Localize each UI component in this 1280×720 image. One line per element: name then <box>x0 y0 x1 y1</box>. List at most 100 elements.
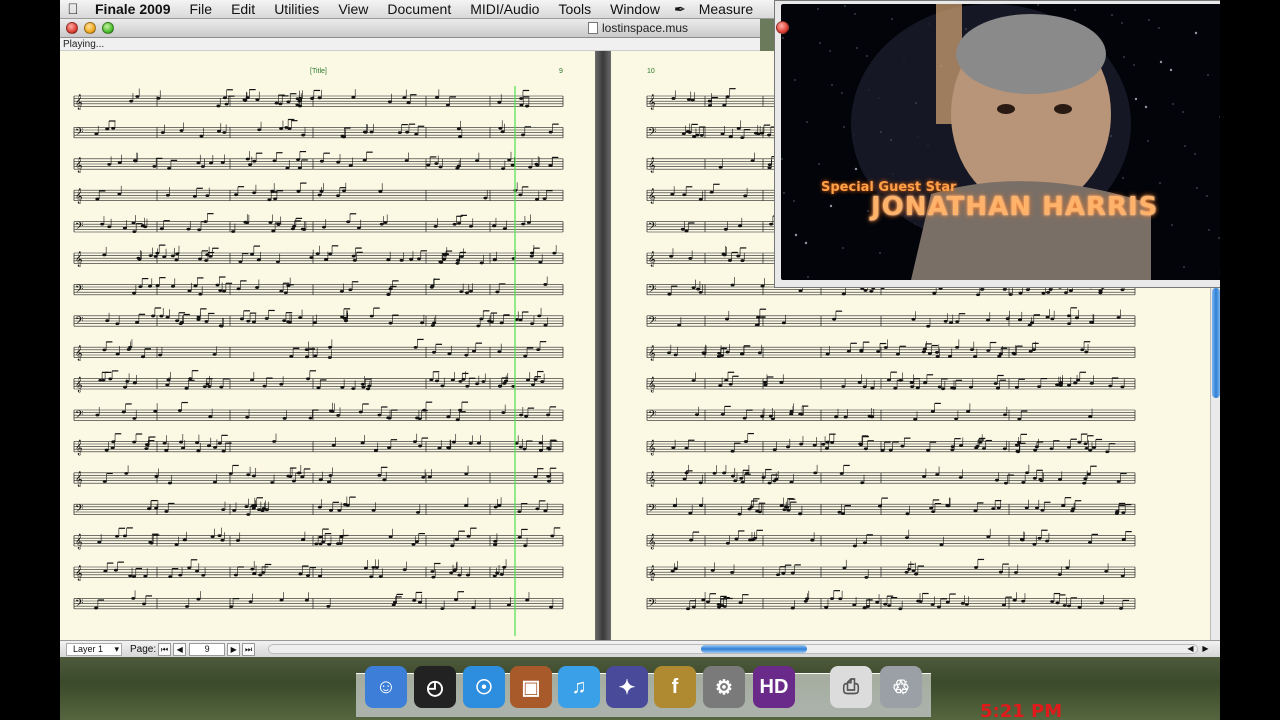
staff: 𝄞 <box>646 432 1136 455</box>
dock: ☺ ◴ ☉ ▣ ♫ ✦ f ⚙ HD ⎙ ♲ 5:21 PM <box>60 657 1220 720</box>
svg-text:𝄢: 𝄢 <box>648 126 656 141</box>
apple-menu-icon[interactable]:  <box>60 1 86 18</box>
menu-view[interactable]: View <box>329 1 378 17</box>
last-page-button[interactable]: ⏭ <box>242 642 256 656</box>
previous-page-button[interactable]: ◀ <box>173 642 187 656</box>
menu-measure[interactable]: Measure <box>690 1 763 17</box>
speedy-entry-icon[interactable]: ✒ <box>670 1 690 18</box>
video-player-window[interactable]: Special Guest Star JONATHAN HARRIS <box>774 0 1220 288</box>
menu-file[interactable]: File <box>181 1 223 17</box>
horizontal-scroll-thumb[interactable] <box>701 645 807 653</box>
horizontal-scrollbar[interactable] <box>268 644 1198 654</box>
vertical-scroll-thumb[interactable] <box>1212 288 1220 398</box>
document-title-text: lostinspace.mus <box>602 21 689 35</box>
window-title-bar[interactable]: lostinspace.mus <box>60 19 760 38</box>
video-frame: Special Guest Star JONATHAN HARRIS <box>781 4 1220 280</box>
svg-text:𝄞: 𝄞 <box>648 252 656 267</box>
svg-text:𝄢: 𝄢 <box>75 315 83 330</box>
svg-text:𝄢: 𝄢 <box>648 409 656 424</box>
svg-text:𝄢: 𝄢 <box>75 597 83 612</box>
staff: 𝄞 <box>73 88 564 110</box>
staff: 𝄢 <box>73 590 564 612</box>
staff: 𝄢 <box>73 496 564 518</box>
score-notation-left: 𝄞 𝄢 𝄞 𝄞 𝄢 𝄞 𝄢 𝄢 𝄞 𝄞 𝄢 𝄞 𝄞 𝄢 𝄞 𝄞 𝄢 <box>73 86 564 636</box>
document-title: lostinspace.mus <box>588 21 688 35</box>
svg-text:𝄞: 𝄞 <box>648 440 656 455</box>
svg-text:𝄢: 𝄢 <box>75 503 83 518</box>
staff: 𝄢 <box>73 213 564 236</box>
next-page-button[interactable]: ▶ <box>227 642 241 656</box>
layer-select[interactable]: Layer 1 <box>66 642 122 656</box>
menu-midi-audio[interactable]: MIDI/Audio <box>461 1 549 17</box>
svg-text:𝄞: 𝄞 <box>75 346 83 361</box>
menu-utilities[interactable]: Utilities <box>265 1 329 17</box>
menu-tools[interactable]: Tools <box>549 1 601 17</box>
svg-text:𝄞: 𝄞 <box>75 189 83 204</box>
svg-text:𝄞: 𝄞 <box>648 346 656 361</box>
quicktime-icon[interactable]: ✦ <box>606 666 648 708</box>
hd-video-icon[interactable]: HD <box>753 666 795 708</box>
safari-icon[interactable]: ☉ <box>463 666 505 708</box>
zoom-button[interactable] <box>102 22 114 34</box>
video-scene <box>781 4 1220 280</box>
staff: 𝄞 <box>73 370 564 393</box>
trash-icon[interactable]: ♲ <box>880 666 922 708</box>
itunes-icon[interactable]: ♫ <box>558 666 600 708</box>
app-menu[interactable]: Finale 2009 <box>86 1 181 17</box>
dashboard-icon[interactable]: ◴ <box>414 666 456 708</box>
scroll-right-arrow-icon[interactable]: ▶ <box>1200 643 1211 654</box>
page-number-input[interactable]: 9 <box>189 642 226 656</box>
document-icon <box>588 22 598 34</box>
svg-text:𝄞: 𝄞 <box>75 566 83 581</box>
staff: 𝄞 <box>73 527 564 550</box>
staff: 𝄞 <box>646 558 1136 581</box>
video-caption: JONATHAN HARRIS <box>871 192 1159 222</box>
scroll-left-arrow-icon[interactable]: ◀ <box>1185 643 1196 654</box>
staff: 𝄢 <box>646 497 1136 518</box>
bottom-toolbar: Layer 1 Page: ⏮ ◀ 9 ▶ ⏭ ◀ ▶ <box>60 640 1220 657</box>
svg-text:𝄢: 𝄢 <box>648 503 656 518</box>
menu-window[interactable]: Window <box>601 1 670 17</box>
staff: 𝄢 <box>646 307 1136 330</box>
svg-text:𝄞: 𝄞 <box>648 472 656 487</box>
svg-text:𝄢: 𝄢 <box>648 221 656 236</box>
staff: 𝄞 <box>646 528 1136 550</box>
svg-text:𝄞: 𝄞 <box>648 535 656 550</box>
close-button[interactable] <box>66 22 78 34</box>
svg-text:𝄞: 𝄞 <box>75 378 83 393</box>
svg-text:𝄢: 𝄢 <box>75 221 83 236</box>
svg-text:𝄞: 𝄞 <box>75 472 83 487</box>
svg-text:𝄞: 𝄞 <box>75 535 83 550</box>
page-gutter <box>595 51 611 640</box>
staff: 𝄞 <box>73 150 564 173</box>
staff: 𝄞 <box>73 338 564 361</box>
iphoto-icon[interactable]: ▣ <box>510 666 552 708</box>
playback-status: Playing... <box>60 38 760 51</box>
svg-text:𝄞: 𝄞 <box>648 566 656 581</box>
svg-text:𝄢: 𝄢 <box>75 409 83 424</box>
svg-text:𝄢: 𝄢 <box>75 283 83 298</box>
desktop-screen:  Finale 2009 File Edit Utilities View D… <box>60 0 1220 720</box>
menu-edit[interactable]: Edit <box>222 1 265 17</box>
svg-text:𝄞: 𝄞 <box>75 440 83 455</box>
pdf-document-icon[interactable]: ⎙ <box>830 666 872 708</box>
staff: 𝄢 <box>73 118 564 141</box>
staff: 𝄞 <box>73 433 564 455</box>
minimize-button[interactable] <box>84 22 96 34</box>
svg-text:𝄞: 𝄞 <box>75 95 83 110</box>
finale-icon[interactable]: f <box>654 666 696 708</box>
system-preferences-icon[interactable]: ⚙ <box>703 666 745 708</box>
svg-text:𝄞: 𝄞 <box>648 378 656 393</box>
svg-text:𝄢: 𝄢 <box>648 315 656 330</box>
score-page-left[interactable]: [Title] 9 𝄞 𝄢 𝄞 𝄞 𝄢 𝄞 𝄢 𝄢 𝄞 𝄞 𝄢 𝄞 𝄞 𝄢 𝄞 𝄞 𝄢 <box>60 51 595 640</box>
first-page-button[interactable]: ⏮ <box>158 642 172 656</box>
svg-text:𝄢: 𝄢 <box>75 126 83 141</box>
svg-text:𝄢: 𝄢 <box>648 597 656 612</box>
video-close-button[interactable] <box>776 21 789 34</box>
menu-document[interactable]: Document <box>378 1 461 17</box>
svg-text:𝄞: 𝄞 <box>648 95 656 110</box>
staff: 𝄞 <box>73 182 564 204</box>
svg-text:𝄞: 𝄞 <box>648 158 656 173</box>
staff: 𝄞 <box>73 244 564 267</box>
finder-icon[interactable]: ☺ <box>365 666 407 708</box>
